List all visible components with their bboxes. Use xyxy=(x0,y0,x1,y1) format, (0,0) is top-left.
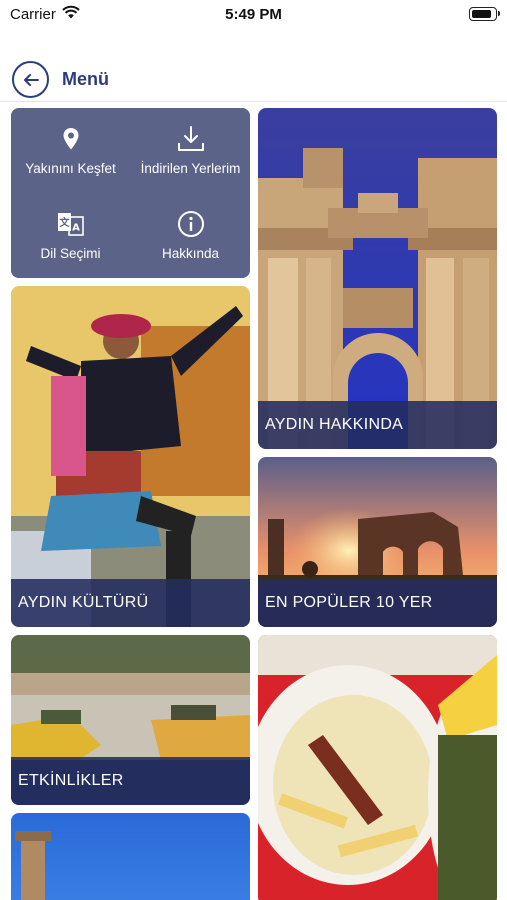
food-plate-image xyxy=(258,635,497,900)
status-bar: Carrier 5:49 PM xyxy=(0,0,507,30)
card-title: AYDIN KÜLTÜRÜ xyxy=(11,579,250,627)
status-time: 5:49 PM xyxy=(225,6,282,23)
menu-item-label: İndirilen Yerlerim xyxy=(140,160,241,176)
menu-item-about[interactable]: Hakkında xyxy=(131,193,250,278)
menu-item-label: Dil Seçimi xyxy=(40,246,101,262)
arrow-left-icon xyxy=(23,73,39,86)
card-title: AYDIN HAKKINDA xyxy=(258,401,497,449)
menu-item-language[interactable]: 文 A Dil Seçimi xyxy=(11,193,130,278)
card-aydin-hakkinda[interactable]: AYDIN HAKKINDA xyxy=(258,108,497,449)
info-icon xyxy=(177,210,205,238)
location-pin-icon xyxy=(62,125,80,153)
page-title: Menü xyxy=(62,69,109,89)
folk-dancer-image xyxy=(11,286,250,627)
svg-text:文: 文 xyxy=(59,216,70,229)
menu-item-downloaded-places[interactable]: İndirilen Yerlerim xyxy=(131,108,250,193)
card-title: EN POPÜLER 10 YER xyxy=(258,579,497,627)
navigation-bar: Menü xyxy=(0,55,507,102)
quick-menu-grid: Yakınını Keşfet İndirilen Yerlerim 文 A D xyxy=(11,108,250,278)
column-sky-image xyxy=(11,813,250,900)
card-etkinlikler[interactable]: ETKİNLİKLER xyxy=(11,635,250,805)
card-ancient-column[interactable] xyxy=(11,813,250,900)
card-en-populer-10-yer[interactable]: EN POPÜLER 10 YER xyxy=(258,457,497,627)
download-icon xyxy=(176,125,206,153)
language-icon: 文 A xyxy=(57,210,85,238)
battery-fill xyxy=(472,10,491,18)
menu-item-label: Hakkında xyxy=(161,246,220,262)
menu-item-discover-nearby[interactable]: Yakınını Keşfet xyxy=(11,108,130,193)
card-food[interactable] xyxy=(258,635,497,900)
menu-content[interactable]: Yakınını Keşfet İndirilen Yerlerim 文 A D xyxy=(0,103,507,900)
ancient-gate-image xyxy=(258,108,497,449)
back-button[interactable] xyxy=(12,61,49,98)
menu-item-label: Yakınını Keşfet xyxy=(25,160,116,176)
card-aydin-kulturu[interactable]: AYDIN KÜLTÜRÜ xyxy=(11,286,250,627)
battery-icon xyxy=(469,7,500,21)
svg-text:A: A xyxy=(72,223,80,234)
card-title: ETKİNLİKLER xyxy=(11,757,250,805)
